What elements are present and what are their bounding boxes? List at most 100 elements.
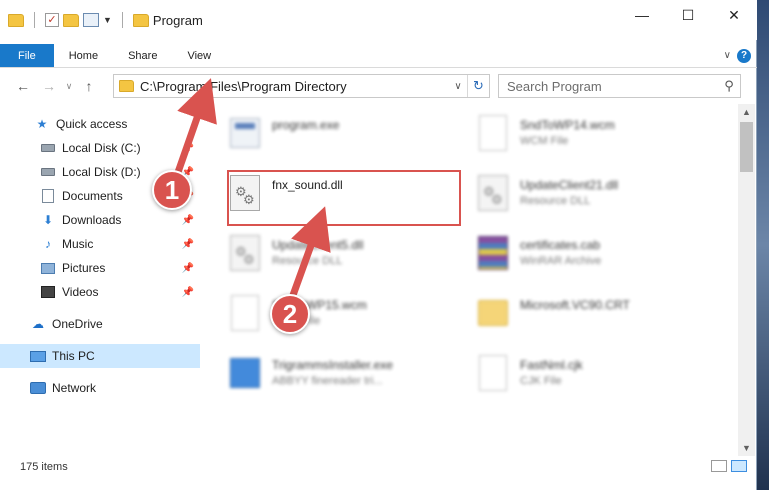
documents-icon — [40, 189, 56, 203]
new-folder-icon[interactable] — [63, 13, 79, 27]
address-dropdown-chevron-icon[interactable]: ∨ — [449, 81, 467, 92]
list-item[interactable]: Microsoft.VC90.CRT — [476, 292, 630, 342]
list-item[interactable]: TrigrammsInstaller.exe ABBYY finereader t… — [228, 352, 393, 402]
ribbon-right-controls: ∨ ? — [724, 44, 757, 67]
document-icon — [476, 352, 510, 394]
sidebar-item-label: Music — [62, 237, 94, 251]
file-type: Resource DLL — [272, 255, 343, 267]
installer-icon — [228, 352, 262, 394]
pin-icon[interactable]: 📌 — [182, 263, 194, 274]
pin-icon[interactable]: 📌 — [182, 215, 194, 226]
scrollbar-thumb[interactable] — [740, 122, 753, 172]
close-button[interactable]: ✕ — [711, 0, 757, 30]
file-name: FastNml.cjk — [520, 358, 583, 372]
address-folder-icon — [119, 80, 134, 92]
sidebar-item-label: Downloads — [62, 213, 122, 227]
tab-home[interactable]: Home — [54, 44, 113, 67]
address-bar[interactable]: C:\Program Files\Program Directory ∨ ↻ — [113, 74, 490, 98]
window-controls: — ☐ ✕ — [619, 0, 757, 30]
list-item[interactable]: FastNml.cjk CJK File — [476, 352, 583, 402]
title-bar: ✓ ▼ Program — ☐ ✕ — [0, 0, 757, 40]
folder-icon — [8, 13, 24, 27]
up-arrow-icon[interactable]: ↑ — [76, 78, 102, 94]
expand-ribbon-chevron-icon[interactable]: ∨ — [724, 50, 731, 61]
tab-view[interactable]: View — [172, 44, 226, 67]
pin-icon[interactable]: 📌 — [182, 239, 194, 250]
scroll-down-arrow-icon[interactable]: ▼ — [738, 440, 755, 456]
sidebar-item-this-pc[interactable]: This PC — [0, 344, 200, 368]
recent-locations-chevron-icon[interactable]: ∨ — [62, 81, 76, 92]
music-icon: ♪ — [45, 237, 51, 251]
sidebar-item-label: Local Disk (D:) — [62, 165, 141, 179]
file-type: CJK File — [520, 375, 562, 387]
address-path[interactable]: C:\Program Files\Program Directory — [140, 79, 449, 94]
pin-icon[interactable]: 📌 — [182, 143, 194, 154]
videos-icon — [40, 285, 56, 299]
tab-share[interactable]: Share — [113, 44, 172, 67]
file-name: certificates.cab — [520, 238, 601, 252]
sidebar-item-videos[interactable]: Videos 📌 — [0, 280, 200, 304]
archive-icon — [476, 232, 510, 274]
file-type: WinRAR Archive — [520, 255, 602, 267]
divider — [34, 12, 35, 28]
list-item[interactable]: program.exe — [228, 112, 339, 162]
file-name: program.exe — [272, 118, 340, 132]
star-icon: ★ — [36, 117, 48, 131]
pin-icon[interactable]: 📌 — [182, 287, 194, 298]
dll-icon: ⚙ ⚙ — [228, 232, 262, 274]
ribbon-tabs: File Home Share View ∨ ? — [0, 44, 757, 68]
exe-icon — [228, 112, 262, 154]
scroll-up-arrow-icon[interactable]: ▲ — [738, 104, 755, 120]
forward-arrow-icon[interactable]: → — [36, 78, 62, 94]
details-view-icon[interactable] — [711, 460, 727, 472]
sidebar-item-label: Local Disk (C:) — [62, 141, 141, 155]
list-item[interactable]: certificates.cab WinRAR Archive — [476, 232, 601, 282]
file-list: program.exe ⚙ ⚙ fnx_sound.dll ⚙ ⚙ UpdateCl… — [208, 104, 738, 454]
maximize-button[interactable]: ☐ — [665, 0, 711, 30]
large-icons-view-icon[interactable] — [731, 460, 747, 472]
customize-toolbar-dropdown-icon[interactable]: ▼ — [103, 15, 112, 25]
sidebar-item-label: Quick access — [56, 117, 128, 131]
sidebar-item-quick-access[interactable]: ★ Quick access — [0, 112, 200, 136]
properties-check-icon[interactable]: ✓ — [45, 13, 59, 27]
document-icon — [228, 292, 262, 334]
tab-file[interactable]: File — [0, 44, 54, 67]
file-name: Microsoft.VC90.CRT — [520, 298, 630, 312]
list-item[interactable]: ⚙ ⚙ UpdateClient21.dll Resource DLL — [476, 172, 618, 222]
back-arrow-icon[interactable]: ← — [10, 78, 36, 94]
minimize-button[interactable]: — — [619, 0, 665, 30]
navigation-pane: ★ Quick access Local Disk (C:) 📌 Local D… — [0, 108, 200, 453]
window-folder-icon — [132, 13, 149, 27]
sidebar-item-label: OneDrive — [52, 317, 103, 331]
network-icon — [30, 381, 46, 395]
view-toggle — [711, 460, 747, 472]
vertical-scrollbar[interactable]: ▲ ▼ — [738, 104, 755, 456]
help-icon[interactable]: ? — [737, 48, 751, 63]
sidebar-item-network[interactable]: Network — [0, 376, 200, 400]
drive-icon — [40, 141, 56, 155]
sidebar-item-local-disk-c[interactable]: Local Disk (C:) 📌 — [0, 136, 200, 160]
file-name: TrigrammsInstaller.exe — [272, 358, 393, 372]
download-icon: ⬇ — [42, 213, 54, 227]
file-type: WCM File — [520, 135, 569, 147]
sidebar-item-music[interactable]: ♪ Music 📌 — [0, 232, 200, 256]
file-highlight-box — [227, 170, 461, 226]
onedrive-icon: ☁ — [32, 317, 44, 331]
quick-access-toolbar: ✓ ▼ — [0, 12, 149, 28]
explorer-window: ✓ ▼ Program — ☐ ✕ File Home Share View ∨… — [0, 0, 757, 490]
sidebar-item-onedrive[interactable]: ☁ OneDrive — [0, 312, 200, 336]
search-input[interactable]: Search Program — [499, 79, 718, 94]
refresh-icon[interactable]: ↻ — [467, 75, 489, 97]
search-box[interactable]: Search Program ⚲ — [498, 74, 741, 98]
sidebar-item-pictures[interactable]: Pictures 📌 — [0, 256, 200, 280]
view-properties-icon[interactable] — [83, 13, 99, 27]
list-item[interactable]: SndToWP14.wcm WCM File — [476, 112, 615, 162]
pictures-icon — [40, 261, 56, 275]
sidebar-item-label: Pictures — [62, 261, 106, 275]
drive-icon — [40, 165, 56, 179]
sidebar-item-label: Network — [52, 381, 97, 395]
dll-icon: ⚙ ⚙ — [476, 172, 510, 214]
search-icon[interactable]: ⚲ — [718, 78, 740, 94]
list-item[interactable]: ⚙ ⚙ UpdateClient5.dll Resource DLL — [228, 232, 363, 282]
sidebar-item-downloads[interactable]: ⬇ Downloads 📌 — [0, 208, 200, 232]
